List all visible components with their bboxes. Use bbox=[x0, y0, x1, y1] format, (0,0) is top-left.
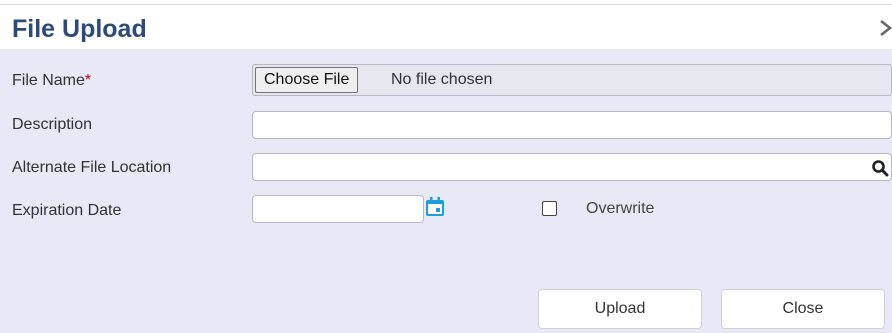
description-label: Description bbox=[12, 116, 93, 133]
expiration-date-input[interactable] bbox=[252, 195, 424, 223]
expiration-date-label: Expiration Date bbox=[12, 202, 122, 219]
close-x-icon[interactable] bbox=[878, 17, 892, 39]
overwrite-label: Overwrite bbox=[586, 200, 655, 217]
description-input[interactable] bbox=[252, 111, 892, 139]
alternate-file-location-label: Alternate File Location bbox=[12, 159, 172, 176]
file-status-text: No file chosen bbox=[391, 71, 493, 88]
calendar-icon[interactable] bbox=[424, 196, 446, 218]
overwrite-checkbox[interactable] bbox=[542, 201, 557, 216]
close-button[interactable]: Close bbox=[721, 289, 885, 329]
dialog-title: File Upload bbox=[12, 15, 147, 43]
upload-button[interactable]: Upload bbox=[538, 289, 702, 329]
file-input[interactable]: Choose File No file chosen bbox=[252, 64, 892, 96]
search-icon[interactable] bbox=[871, 159, 889, 177]
dialog-body: File Name* Choose File No file chosen De… bbox=[0, 49, 892, 333]
choose-file-button[interactable]: Choose File bbox=[255, 67, 359, 93]
alternate-file-location-input[interactable] bbox=[252, 153, 892, 181]
dialog-header: File Upload bbox=[0, 5, 892, 49]
file-name-label: File Name* bbox=[12, 72, 92, 89]
required-marker: * bbox=[84, 72, 92, 89]
